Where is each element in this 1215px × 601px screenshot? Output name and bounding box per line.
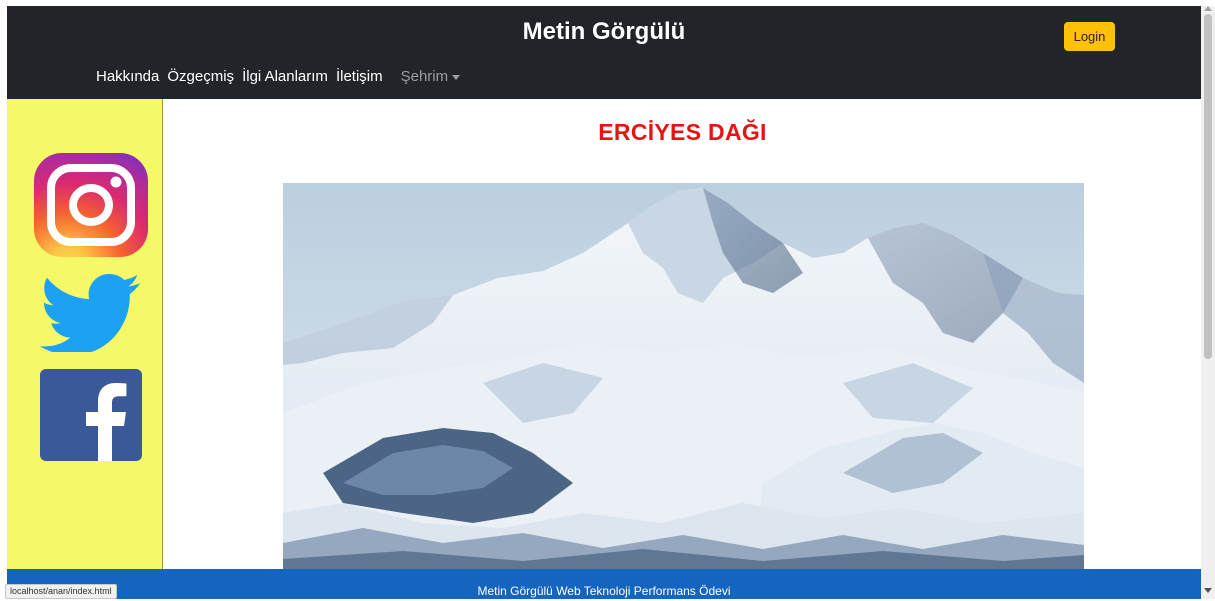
main-content: ERCİYES DAĞI xyxy=(164,99,1201,569)
site-title[interactable]: Metin Görgülü xyxy=(7,18,1201,46)
page-heading: ERCİYES DAĞI xyxy=(598,119,767,145)
footer: Metin Görgülü Web Teknoloji Performans Ö… xyxy=(7,569,1201,599)
twitter-icon[interactable] xyxy=(40,274,140,352)
scroll-down-arrow-icon[interactable] xyxy=(1204,588,1212,593)
social-sidebar xyxy=(7,99,163,599)
footer-text: Metin Görgülü Web Teknoloji Performans Ö… xyxy=(477,584,731,598)
instagram-icon[interactable] xyxy=(32,152,150,258)
nav-dropdown-label: Şehrim xyxy=(400,68,449,85)
vertical-scrollbar[interactable] xyxy=(1201,6,1215,599)
nav-link-ozgecmis[interactable]: Özgeçmiş xyxy=(167,68,234,85)
caret-down-icon xyxy=(452,75,461,80)
mountain-photo xyxy=(283,183,1084,569)
nav-link-hakkinda[interactable]: Hakkında xyxy=(96,68,159,85)
page: Metin Görgülü Login Hakkında Özgeçmiş İl… xyxy=(7,6,1201,599)
nav-dropdown-sehrim[interactable]: Şehrim xyxy=(401,68,461,85)
nav-menu: Hakkında Özgeçmiş İlgi Alanlarım İletişi… xyxy=(96,68,461,85)
facebook-icon[interactable] xyxy=(40,369,142,461)
status-bar-url: localhost/anan/index.html xyxy=(5,584,117,599)
navbar: Metin Görgülü Login Hakkında Özgeçmiş İl… xyxy=(7,6,1201,99)
nav-link-iletisim[interactable]: İletişim xyxy=(336,68,383,85)
nav-link-ilgi-alanlarim[interactable]: İlgi Alanlarım xyxy=(242,68,328,85)
scroll-up-arrow-icon[interactable] xyxy=(1204,6,1212,11)
scroll-thumb[interactable] xyxy=(1204,14,1212,359)
login-button[interactable]: Login xyxy=(1064,22,1115,51)
